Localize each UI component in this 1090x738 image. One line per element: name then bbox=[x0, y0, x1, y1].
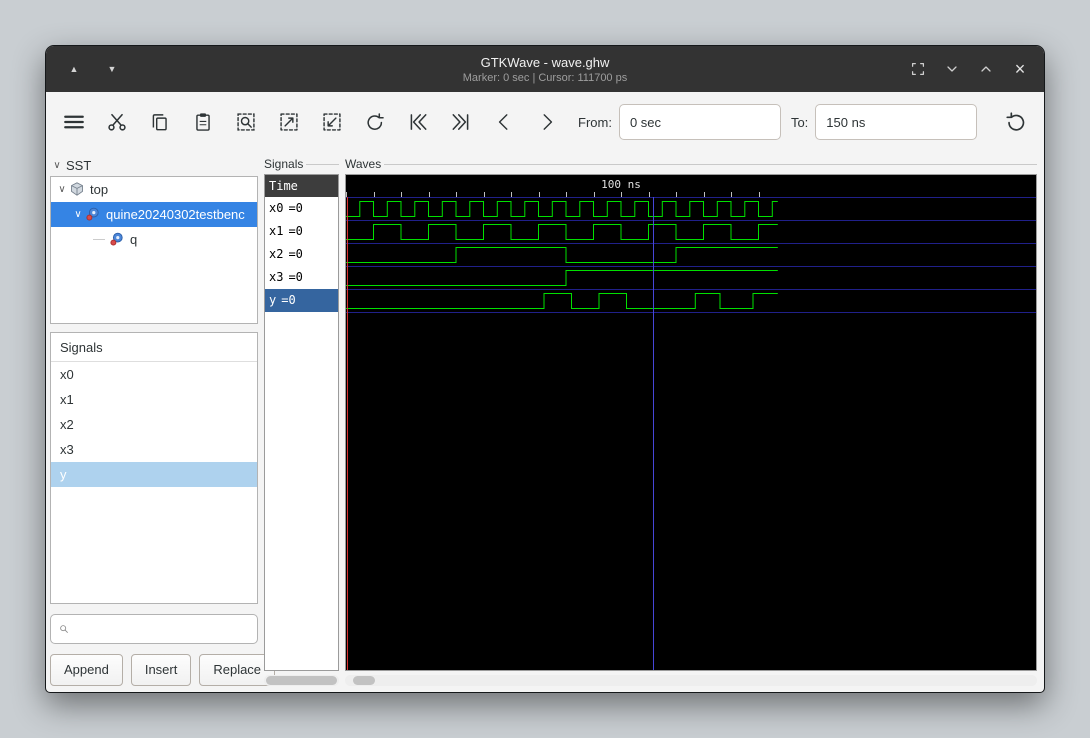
caret-down-button[interactable]: ▼ bbox=[100, 57, 124, 81]
component-icon bbox=[110, 232, 123, 246]
wave-signal-row-x1[interactable]: x1 =0 bbox=[265, 220, 338, 243]
signal-action-buttons: Append Insert Replace bbox=[50, 653, 276, 686]
close-icon: × bbox=[1014, 58, 1026, 79]
step-back-icon bbox=[498, 114, 508, 130]
tree-guide-line bbox=[93, 238, 105, 240]
main-content: ∨ SST ∨ top ∨ quine20240302testbenc q Si… bbox=[46, 152, 1044, 692]
signal-names-panel: Time x0 =0 x1 =0 x2 =0 x3 =0 y =0 bbox=[264, 173, 339, 672]
caret-down-icon: ▼ bbox=[107, 64, 117, 74]
menu-button[interactable] bbox=[62, 110, 86, 134]
from-label: From: bbox=[578, 114, 612, 130]
tree-item-label: q bbox=[130, 231, 138, 247]
from-input[interactable] bbox=[618, 104, 781, 140]
tree-item-q[interactable]: q bbox=[51, 227, 257, 252]
signal-list-item-x2[interactable]: x2 bbox=[51, 412, 257, 437]
tree-item-label: top bbox=[90, 181, 109, 197]
copy-button[interactable] bbox=[148, 110, 172, 134]
cut-button[interactable] bbox=[105, 110, 129, 134]
caret-up-icon: ▲ bbox=[69, 64, 79, 74]
cut-icon bbox=[108, 113, 126, 131]
step-forward-icon bbox=[543, 114, 553, 130]
time-header: Time bbox=[265, 174, 338, 197]
restore-window-button[interactable] bbox=[906, 57, 930, 81]
menu-icon bbox=[64, 115, 84, 129]
expander-icon[interactable]: ∨ bbox=[73, 209, 83, 220]
zoom-out-button[interactable] bbox=[320, 110, 344, 134]
zoom-fit-button[interactable] bbox=[234, 110, 258, 134]
paste-icon bbox=[196, 113, 210, 131]
marker-cursor-status: Marker: 0 sec | Cursor: 111700 ps bbox=[462, 71, 628, 84]
titlebar: ▲ ▼ GTKWave - wave.ghw Marker: 0 sec | C… bbox=[46, 46, 1044, 92]
undo-button[interactable] bbox=[363, 110, 387, 134]
append-button[interactable]: Append bbox=[50, 653, 123, 686]
toolbar: From: To: bbox=[46, 92, 1044, 152]
skip-to-end-button[interactable] bbox=[449, 110, 473, 134]
close-button[interactable]: × bbox=[1008, 57, 1032, 81]
wave-signal-row-x2[interactable]: x2 =0 bbox=[265, 243, 338, 266]
to-input[interactable] bbox=[815, 104, 978, 140]
wave-signal-row-x3[interactable]: x3 =0 bbox=[265, 266, 338, 289]
signal-list-item-y[interactable]: y bbox=[51, 462, 257, 488]
svg-text:100 ns: 100 ns bbox=[601, 178, 641, 191]
signal-list-item-x3[interactable]: x3 bbox=[51, 437, 257, 462]
reload-button[interactable] bbox=[1004, 110, 1028, 134]
caret-up-button[interactable]: ▲ bbox=[62, 57, 86, 81]
waves-panel-title: Waves bbox=[345, 157, 1037, 172]
signal-names-column: Signals Time x0 =0 x1 =0 x2 =0 x3 =0 y =0 bbox=[264, 157, 339, 686]
waves-scroll-thumb[interactable] bbox=[353, 676, 375, 685]
signal-list-item-x0[interactable]: x0 bbox=[51, 362, 257, 387]
skip-to-end-icon bbox=[452, 114, 469, 130]
expander-icon[interactable]: ∨ bbox=[57, 184, 67, 195]
zoom-in-button[interactable] bbox=[277, 110, 301, 134]
names-scroll-thumb[interactable] bbox=[266, 676, 337, 685]
search-icon bbox=[60, 625, 68, 634]
reload-icon bbox=[1006, 112, 1025, 131]
gtkwave-window: ▲ ▼ GTKWave - wave.ghw Marker: 0 sec | C… bbox=[45, 45, 1045, 693]
step-forward-button[interactable] bbox=[535, 110, 559, 134]
minimize-button[interactable] bbox=[940, 57, 964, 81]
undo-icon bbox=[367, 113, 384, 130]
copy-icon bbox=[152, 114, 167, 131]
sst-collapse-icon: ∨ bbox=[53, 160, 61, 172]
tree-item-quine-testbench[interactable]: ∨ quine20240302testbenc bbox=[51, 201, 257, 227]
paste-button[interactable] bbox=[191, 110, 215, 134]
skip-to-start-icon bbox=[410, 114, 427, 130]
names-scrollbar[interactable] bbox=[264, 675, 339, 686]
wave-signal-row-y[interactable]: y =0 bbox=[265, 288, 338, 312]
restore-icon bbox=[911, 62, 925, 76]
signal-list-header: Signals bbox=[51, 333, 257, 363]
sst-header[interactable]: ∨ SST bbox=[50, 157, 258, 175]
search-input[interactable] bbox=[75, 615, 251, 643]
skip-to-start-button[interactable] bbox=[406, 110, 430, 134]
window-title: GTKWave - wave.ghw bbox=[480, 54, 610, 70]
component-icon bbox=[86, 207, 99, 221]
sst-sidebar: ∨ SST ∨ top ∨ quine20240302testbenc q Si… bbox=[50, 157, 276, 686]
wave-canvas[interactable]: 100 ns bbox=[345, 173, 1037, 672]
wave-signal-row-x0[interactable]: x0 =0 bbox=[265, 197, 338, 220]
signals-panel-title: Signals bbox=[264, 157, 339, 172]
tree-item-label: quine20240302testbenc bbox=[106, 206, 245, 222]
tree-item-top[interactable]: ∨ top bbox=[51, 177, 257, 202]
chevron-down-icon bbox=[947, 66, 957, 72]
sst-header-label: SST bbox=[66, 158, 92, 174]
sst-tree: ∨ top ∨ quine20240302testbenc q bbox=[50, 175, 258, 325]
signal-search-box bbox=[50, 614, 258, 644]
module-cube-icon bbox=[71, 182, 83, 196]
zoom-out-icon bbox=[323, 113, 341, 131]
maximize-button[interactable] bbox=[974, 57, 998, 81]
step-back-button[interactable] bbox=[492, 110, 516, 134]
signal-list-panel: Signals x0 x1 x2 x3 y bbox=[50, 332, 258, 605]
insert-button[interactable]: Insert bbox=[130, 653, 192, 686]
zoom-in-icon bbox=[280, 113, 298, 131]
waves-scrollbar[interactable] bbox=[345, 675, 1037, 686]
zoom-fit-icon bbox=[237, 113, 255, 131]
to-label: To: bbox=[790, 114, 809, 130]
signal-list-item-x1[interactable]: x1 bbox=[51, 387, 257, 412]
chevron-up-icon bbox=[981, 66, 991, 72]
waves-column: Waves 100 ns bbox=[345, 157, 1037, 686]
